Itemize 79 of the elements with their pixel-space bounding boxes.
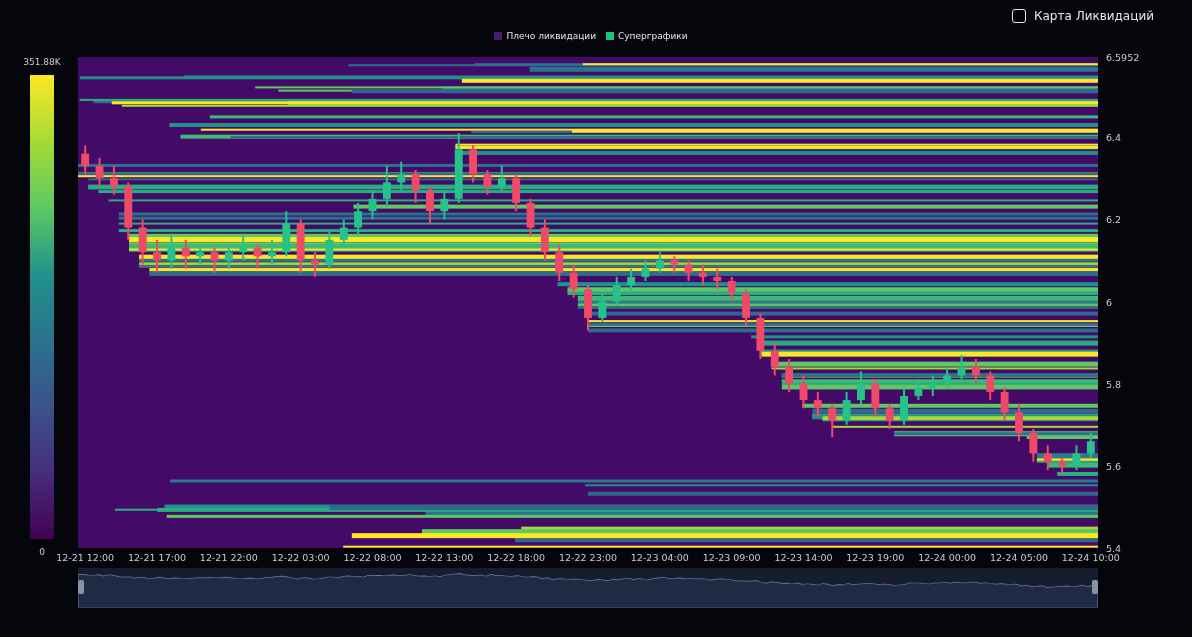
candlestick — [1000, 386, 1009, 422]
y-axis-label: 5.8 — [1106, 378, 1122, 390]
candlestick — [397, 160, 406, 192]
y-axis-label: 6 — [1106, 296, 1113, 307]
candlestick — [1029, 427, 1038, 463]
candlestick — [311, 251, 319, 278]
scale-min-label: 0 — [39, 547, 45, 559]
candlestick — [857, 370, 865, 406]
candlestick — [153, 238, 161, 274]
candlestick — [196, 243, 205, 266]
x-axis-label: 12-23 04:00 — [630, 552, 689, 563]
candlestick — [655, 251, 664, 274]
candlestick — [598, 292, 607, 324]
candlestick — [1043, 444, 1052, 471]
candlestick — [109, 164, 118, 196]
candlestick — [497, 164, 506, 192]
candlestick — [727, 275, 736, 303]
candlestick — [440, 189, 449, 221]
candlestick — [612, 275, 621, 307]
x-axis-label: 12-22 08:00 — [343, 552, 402, 563]
y-axis-label: 6.4 — [1106, 131, 1122, 143]
candlestick — [684, 259, 693, 282]
candlestick — [698, 263, 707, 287]
candlestick — [569, 263, 578, 299]
x-axis-label: 12-24 05:00 — [990, 552, 1048, 563]
candlestick — [842, 390, 851, 426]
x-axis-label: 12-23 19:00 — [846, 552, 905, 563]
candlestick — [971, 358, 980, 385]
x-axis-label: 12-22 18:00 — [487, 552, 546, 563]
candlestick — [224, 243, 233, 270]
candlestick — [253, 243, 262, 270]
candlestick — [828, 403, 837, 439]
legend-label[interactable]: Суперграфики — [618, 31, 688, 41]
candlestick — [267, 238, 276, 266]
candlestick — [339, 218, 348, 250]
candlestick — [785, 358, 794, 393]
range-handle[interactable] — [78, 580, 84, 594]
candlestick — [555, 243, 564, 282]
candlestick — [914, 378, 923, 402]
y-axis-label: 5.6 — [1106, 460, 1122, 472]
x-axis-label: 12-21 12:00 — [56, 552, 115, 563]
candlestick — [382, 164, 391, 209]
legend-label[interactable]: Плечо ликвидации — [506, 31, 596, 41]
candlestick — [627, 267, 636, 295]
candlestick — [81, 144, 90, 176]
range-navigator[interactable] — [78, 568, 1098, 608]
candlestick — [239, 234, 248, 262]
x-axis-label: 12-23 14:00 — [774, 552, 833, 563]
candlestick — [770, 341, 779, 377]
candlestick — [411, 169, 420, 204]
toggle-label[interactable]: Карта Ликвидаций — [1034, 9, 1154, 23]
y-axis-label: 6.2 — [1106, 213, 1122, 225]
y-axis-label: 5.4 — [1106, 542, 1122, 554]
x-axis-label: 12-24 10:00 — [1061, 552, 1120, 563]
candlestick — [1086, 431, 1095, 459]
x-axis-label: 12-21 22:00 — [199, 552, 258, 563]
checkbox[interactable] — [1012, 9, 1026, 23]
candlestick — [928, 374, 937, 397]
x-axis-label: 12-24 00:00 — [918, 552, 977, 563]
candlestick — [167, 234, 176, 270]
x-axis-label: 12-23 09:00 — [702, 552, 761, 563]
candlestick — [483, 169, 492, 196]
candlestick — [426, 185, 434, 225]
candlestick — [885, 403, 894, 430]
candlestick — [181, 238, 190, 270]
candlestick — [813, 390, 822, 418]
scale-max-label: 351.88K — [23, 57, 61, 69]
candlestick — [986, 370, 995, 402]
candlestick — [943, 366, 952, 389]
candlestick — [1015, 403, 1023, 443]
candlestick — [713, 267, 722, 291]
x-axis-label: 12-22 23:00 — [559, 552, 617, 563]
candlestick — [95, 156, 104, 188]
x-axis-label: 12-21 17:00 — [128, 552, 186, 563]
y-axis-label: 6.5952 — [1106, 51, 1140, 63]
x-axis-label: 12-22 13:00 — [415, 552, 474, 563]
candlestick — [354, 201, 363, 237]
x-axis-label: 12-22 03:00 — [271, 552, 330, 563]
range-handle[interactable] — [1092, 580, 1098, 594]
